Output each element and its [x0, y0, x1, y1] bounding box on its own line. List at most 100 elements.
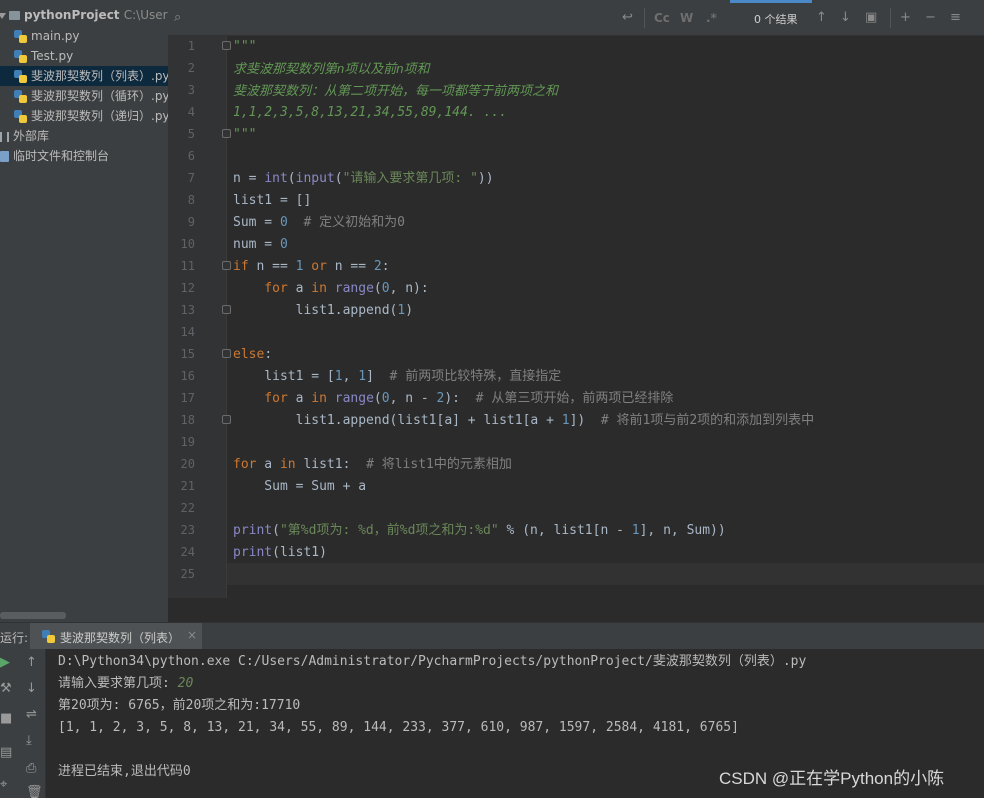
code-token: 0 — [381, 281, 390, 296]
tree-item-external-libraries[interactable]: 外部库 — [0, 126, 168, 146]
code-token: in — [311, 391, 327, 406]
code-token: , — [342, 369, 359, 384]
pin-icon[interactable]: ⌖ — [0, 777, 7, 793]
rerun-icon[interactable]: ▶ — [0, 655, 10, 671]
run-tab[interactable]: 斐波那契数列（列表） × — [30, 623, 202, 650]
code-token: list1 = [ — [233, 369, 335, 384]
fold-marker-icon[interactable] — [222, 305, 231, 314]
code-token: 1 — [631, 523, 640, 538]
wrench-icon[interactable]: ⚒ — [0, 681, 12, 697]
search-icon[interactable]: ⌕ — [174, 10, 181, 26]
code-token: "请输入要求第几项: " — [342, 171, 478, 186]
fold-marker-icon[interactable] — [222, 349, 231, 358]
code-token: : — [264, 347, 273, 362]
code-token: n == — [248, 259, 296, 274]
tree-item-test-py[interactable]: Test.py — [0, 46, 168, 66]
fold-marker-icon[interactable] — [222, 41, 231, 50]
code-token: "第%d项为: %d，前%d项之和为:%d" — [279, 523, 499, 538]
gutter-separator — [226, 36, 227, 598]
code-token: a — [256, 457, 280, 472]
line-number: 5 — [187, 127, 195, 141]
folder-icon — [9, 11, 20, 20]
run-tab-label: 斐波那契数列（列表） — [60, 631, 181, 645]
new-line-icon[interactable]: ↩ — [622, 10, 633, 26]
code-token: , n - — [389, 391, 437, 406]
code-token: 1 — [334, 369, 343, 384]
code-token: """ — [233, 127, 257, 142]
regex-button[interactable]: .* — [706, 10, 717, 26]
add-occurrence-icon[interactable]: + — [900, 10, 911, 26]
code-line-3: 斐波那契数列：从第二项开始，每一项都等于前两项之和 — [233, 82, 558, 101]
tree-item-fib-loop[interactable]: 斐波那契数列（循环）.py — [0, 86, 168, 106]
stop-icon[interactable]: ■ — [0, 711, 12, 727]
code-token: , n): — [389, 281, 429, 296]
remove-occurrence-icon[interactable]: − — [925, 10, 936, 26]
code-line-2: 求斐波那契数列第n项以及前n项和 — [233, 60, 429, 79]
line-number: 21 — [180, 479, 195, 493]
code-token: ( — [334, 171, 343, 186]
tree-root-project[interactable]: pythonProject C:\Users\A — [0, 5, 168, 25]
current-line-highlight — [226, 563, 984, 585]
python-file-icon — [14, 50, 27, 63]
fold-marker-icon[interactable] — [222, 129, 231, 138]
line-number: 19 — [180, 435, 195, 449]
code-line-20: for a in list1: # 将list1中的元素相加 — [233, 456, 512, 474]
console-result-line: 第20项为: 6765，前20项之和为:17710 — [58, 698, 301, 713]
code-token: input — [295, 171, 335, 186]
code-token: )) — [477, 171, 494, 186]
code-line-18: list1.append(list1[a] + list1[a + 1]) # … — [233, 412, 815, 430]
code-token: ( — [373, 391, 382, 406]
line-number: 8 — [187, 193, 195, 207]
words-button[interactable]: W — [680, 10, 693, 26]
code-token: print — [233, 523, 273, 538]
next-occurrence-icon[interactable]: ↓ — [840, 10, 851, 26]
tree-scrollbar[interactable] — [0, 612, 66, 619]
tree-item-scratches[interactable]: 临时文件和控制台 — [0, 146, 168, 166]
python-file-icon — [14, 30, 27, 43]
console-exit-message: 进程已结束,退出代码0 — [58, 764, 191, 779]
layout-icon[interactable]: ▤ — [0, 745, 12, 761]
fold-marker-icon[interactable] — [222, 415, 231, 424]
code-line-11: if n == 1 or n == 2: — [233, 258, 390, 276]
console-list-output: [1, 1, 2, 3, 5, 8, 13, 21, 34, 55, 89, 1… — [58, 720, 739, 735]
tree-item-main-py[interactable]: main.py — [0, 26, 168, 46]
code-line-4: 1,1,2,3,5,8,13,21,34,55,89,144. ... — [233, 104, 507, 122]
code-token: n = — [233, 171, 265, 186]
line-number: 15 — [180, 347, 195, 361]
line-number: 3 — [187, 83, 195, 97]
line-number: 2 — [187, 61, 195, 75]
tree-item-fib-recursive[interactable]: 斐波那契数列（递归）.py — [0, 106, 168, 126]
find-bar: ⌕ ↩ Cc W .* 0 个结果 ↑ ↓ ▣ + − ≡ — [168, 0, 984, 36]
fold-marker-icon[interactable] — [222, 261, 231, 270]
line-number: 18 — [180, 413, 195, 427]
code-token: (list1) — [272, 545, 327, 560]
arrow-down-icon[interactable]: ↓ — [26, 681, 37, 697]
arrow-up-icon[interactable]: ↑ — [26, 655, 37, 671]
match-case-button[interactable]: Cc — [654, 10, 670, 26]
line-number: 4 — [187, 105, 195, 119]
code-token: # 将前1项与前2项的和添加到列表中 — [585, 413, 815, 428]
code-token: in — [279, 457, 296, 472]
print-icon[interactable]: ⎙ — [26, 761, 36, 777]
code-token: # 定义初始和为0 — [287, 215, 405, 230]
filter-icon[interactable]: ≡ — [950, 10, 961, 26]
select-all-occurrences-icon[interactable]: ▣ — [865, 10, 877, 26]
close-icon[interactable]: × — [187, 628, 197, 642]
run-title: 运行: — [0, 631, 29, 645]
soft-wrap-icon[interactable]: ⇌ — [26, 707, 37, 723]
code-line-5: """ — [233, 126, 256, 144]
code-line-21: Sum = Sum + a — [233, 478, 366, 496]
project-root-path: C:\Users\A — [123, 8, 168, 22]
tree-item-fib-list[interactable]: 斐波那契数列（列表）.py — [0, 66, 168, 86]
code-token: a — [287, 391, 312, 406]
code-token: 0 — [279, 237, 288, 252]
code-line-15: else: — [233, 346, 272, 364]
python-file-icon — [14, 110, 27, 123]
scroll-to-end-icon[interactable]: ⤓ — [26, 733, 32, 749]
code-token: : — [381, 259, 390, 274]
trash-icon[interactable]: 🗑 — [26, 785, 43, 798]
watermark: CSDN @正在学Python的小陈 — [719, 769, 945, 788]
previous-occurrence-icon[interactable]: ↑ — [816, 10, 827, 26]
line-number: 17 — [180, 391, 195, 405]
console-prompt-line: 请输入要求第几项: 20 — [58, 675, 193, 693]
